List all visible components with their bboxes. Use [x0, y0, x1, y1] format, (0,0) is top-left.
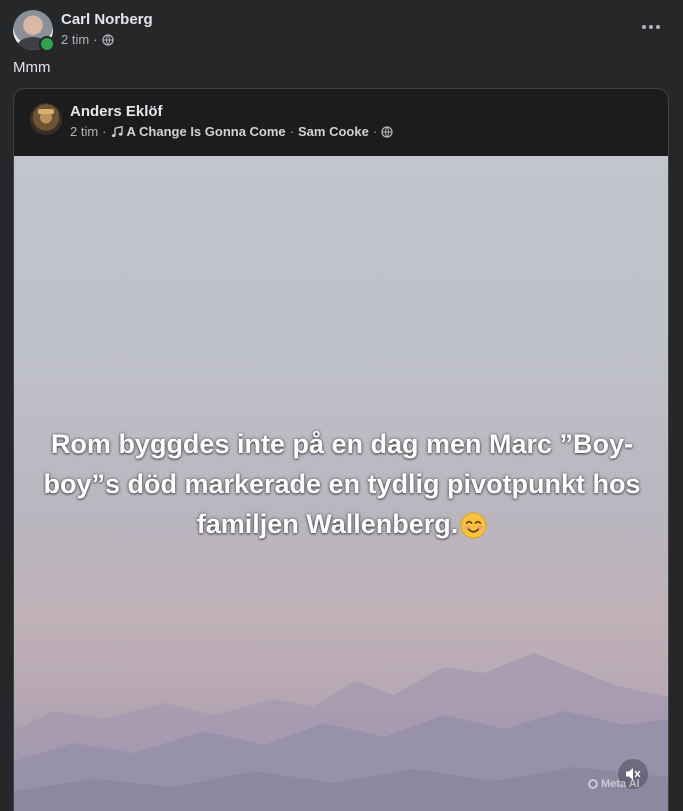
- more-options-icon[interactable]: [641, 19, 661, 35]
- meta-separator: ·: [93, 32, 98, 47]
- online-status-indicator: [41, 38, 53, 50]
- avatar-crown-detail: [38, 109, 54, 114]
- meta-separator: ·: [289, 124, 295, 139]
- media-overlay-text: Rom byggdes inte på en dag men Marc ”Boy…: [43, 429, 641, 539]
- post-author-name[interactable]: Carl Norberg: [61, 11, 153, 28]
- post-meta: 2 tim ·: [61, 32, 114, 47]
- meta-separator: ·: [372, 124, 378, 139]
- post-text: Mmm: [13, 59, 51, 76]
- shared-author-name[interactable]: Anders Eklöf: [70, 103, 163, 120]
- song-title[interactable]: A Change Is Gonna Come: [127, 124, 286, 139]
- meta-ai-label: Meta AI: [601, 778, 640, 790]
- mountain-silhouette: [14, 653, 668, 811]
- shared-author-avatar[interactable]: [30, 103, 62, 135]
- feed-post: Carl Norberg 2 tim · Mmm Anders Eklöf 2 …: [0, 0, 683, 811]
- post-timestamp[interactable]: 2 tim: [61, 32, 89, 47]
- shared-post-card[interactable]: Anders Eklöf 2 tim · A Change Is Gonna C…: [13, 88, 669, 811]
- meta-ai-logo-icon: [588, 779, 598, 789]
- globe-icon: [101, 33, 114, 46]
- post-media-image[interactable]: Rom byggdes inte på en dag men Marc ”Boy…: [14, 156, 668, 811]
- globe-icon: [381, 125, 393, 138]
- meta-separator: ·: [102, 124, 107, 139]
- shared-timestamp[interactable]: 2 tim: [70, 124, 98, 139]
- shared-post-meta: 2 tim · A Change Is Gonna Come · Sam Coo…: [70, 124, 393, 139]
- smiling-face-emoji-icon: [460, 512, 487, 539]
- music-note-icon: [111, 125, 123, 137]
- song-artist[interactable]: Sam Cooke: [298, 124, 369, 139]
- meta-ai-watermark: Meta AI: [588, 778, 640, 790]
